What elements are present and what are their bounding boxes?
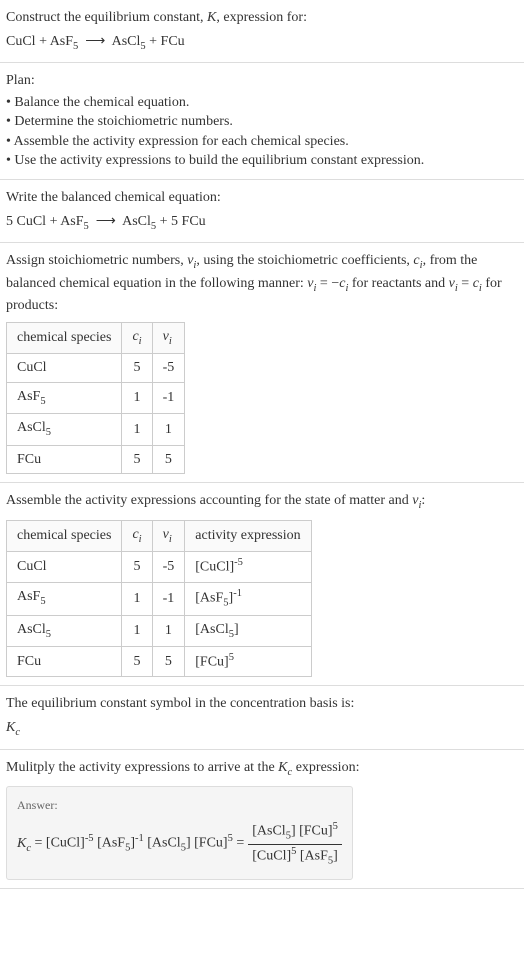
activity-table: chemical species ci νi activity expressi… bbox=[6, 520, 312, 678]
prompt-line1: Construct the equilibrium constant, K, e… bbox=[6, 8, 518, 28]
table-row: AsCl5 1 1 bbox=[7, 414, 185, 445]
plan-list: Balance the chemical equation. Determine… bbox=[6, 93, 518, 171]
table-row: AsF5 1 -1 [AsF5]-1 bbox=[7, 582, 312, 615]
plan-item: Assemble the activity expression for eac… bbox=[6, 132, 518, 152]
prompt-section: Construct the equilibrium constant, K, e… bbox=[0, 0, 524, 63]
balanced-section: Write the balanced chemical equation: 5 … bbox=[0, 180, 524, 243]
symbol-value: Kc bbox=[6, 718, 518, 740]
table-row: CuCl 5 -5 [CuCl]-5 bbox=[7, 552, 312, 582]
activity-text: Assemble the activity expressions accoun… bbox=[6, 491, 518, 513]
symbol-text: The equilibrium constant symbol in the c… bbox=[6, 694, 518, 714]
plan-item: Use the activity expressions to build th… bbox=[6, 151, 518, 171]
symbol-section: The equilibrium constant symbol in the c… bbox=[0, 686, 524, 749]
answer-equation: Kc = [CuCl]-5 [AsF5]-1 [AsCl5] [FCu]5 = … bbox=[17, 820, 342, 869]
balanced-title: Write the balanced chemical equation: bbox=[6, 188, 518, 208]
answer-label: Answer: bbox=[17, 797, 342, 814]
activity-section: Assemble the activity expressions accoun… bbox=[0, 483, 524, 686]
plan-title: Plan: bbox=[6, 71, 518, 91]
answer-box: Answer: Kc = [CuCl]-5 [AsF5]-1 [AsCl5] [… bbox=[6, 786, 353, 880]
table-row: FCu 5 5 bbox=[7, 445, 185, 474]
table-row: AsF5 1 -1 bbox=[7, 382, 185, 413]
table-row: CuCl 5 -5 bbox=[7, 354, 185, 383]
plan-section: Plan: Balance the chemical equation. Det… bbox=[0, 63, 524, 180]
balanced-equation: 5 CuCl + AsF5 ⟶ AsCl5 + 5 FCu bbox=[6, 212, 518, 234]
multiply-text: Mulitply the activity expressions to arr… bbox=[6, 758, 518, 780]
plan-item: Balance the chemical equation. bbox=[6, 93, 518, 113]
assign-text: Assign stoichiometric numbers, νi, using… bbox=[6, 251, 518, 316]
col-species: chemical species bbox=[7, 322, 122, 353]
plan-item: Determine the stoichiometric numbers. bbox=[6, 112, 518, 132]
multiply-section: Mulitply the activity expressions to arr… bbox=[0, 750, 524, 890]
prompt-equation: CuCl + AsF5 ⟶ AsCl5 + FCu bbox=[6, 32, 518, 54]
col-nu: νi bbox=[152, 322, 185, 353]
table-row: FCu 5 5 [FCu]5 bbox=[7, 647, 312, 677]
table-header-row: chemical species ci νi bbox=[7, 322, 185, 353]
table-row: AsCl5 1 1 [AsCl5] bbox=[7, 615, 312, 646]
col-c: ci bbox=[122, 322, 152, 353]
table-header-row: chemical species ci νi activity expressi… bbox=[7, 520, 312, 551]
assign-table: chemical species ci νi CuCl 5 -5 AsF5 1 … bbox=[6, 322, 185, 475]
assign-section: Assign stoichiometric numbers, νi, using… bbox=[0, 243, 524, 483]
